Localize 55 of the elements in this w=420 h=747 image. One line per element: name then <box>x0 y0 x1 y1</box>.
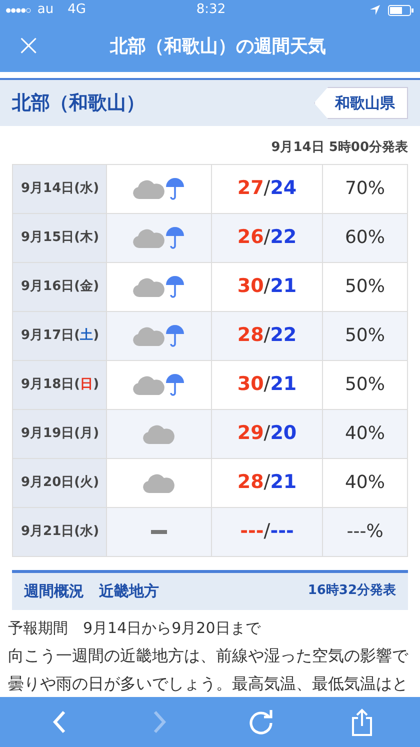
precipitation-cell: 70% <box>323 164 407 212</box>
date-cell: 9月18日(日) <box>13 360 106 408</box>
date-cell: 9月20日(火) <box>13 458 106 506</box>
forecast-period: 予報期間 9月14日から9月20日まで <box>8 618 262 638</box>
date-cell: 9月15日(木) <box>13 214 106 262</box>
cloud-icon <box>133 374 165 394</box>
cloud-icon <box>133 178 165 198</box>
precipitation-cell: 60% <box>323 214 407 262</box>
temperature-cell: 28/21 <box>212 458 322 506</box>
cloud-icon <box>133 326 165 346</box>
temperature-cell: 28/22 <box>212 312 322 360</box>
share-icon <box>350 708 372 736</box>
precipitation-cell: 50% <box>323 360 407 408</box>
umbrella-icon <box>165 274 185 298</box>
dash-icon <box>151 530 167 534</box>
temperature-cell: 26/22 <box>212 214 322 262</box>
precipitation-cell: 40% <box>323 410 407 458</box>
issued-time: 9月14日 5時00分発表 <box>271 139 408 157</box>
umbrella-icon <box>165 226 185 250</box>
umbrella-icon <box>165 176 185 200</box>
region-title: 北部（和歌山） <box>12 90 145 116</box>
reload-icon <box>246 708 274 736</box>
temperature-cell: 30/21 <box>212 262 322 310</box>
cloud-icon <box>143 472 175 492</box>
date-cell: 9月21日(水) <box>13 508 106 556</box>
signal-icon <box>6 6 32 14</box>
precipitation-cell: ---% <box>323 508 407 556</box>
page-title: 北部（和歌山）の週間天気 <box>110 34 326 58</box>
forward-icon <box>152 710 166 734</box>
date-cell: 9月19日(月) <box>13 410 106 458</box>
back-icon <box>52 710 66 734</box>
cloud-icon <box>133 228 165 248</box>
battery-icon <box>388 4 414 16</box>
outlook-issued-time: 16時32分発表 <box>308 582 396 600</box>
precipitation-cell: 50% <box>323 312 407 360</box>
umbrella-icon <box>165 324 185 348</box>
prefecture-link[interactable]: 和歌山県 <box>314 87 408 119</box>
date-cell: 9月16日(金) <box>13 262 106 310</box>
date-cell: 9月14日(水) <box>13 164 106 212</box>
cloud-icon <box>143 424 175 444</box>
location-arrow-icon <box>370 5 380 15</box>
cloud-icon <box>133 276 165 296</box>
outlook-text: 向こう一週間の近畿地方は、前線や湿った空気の影響で曇りや雨の日が多いでしょう。最高気温、最低気温はと <box>8 644 410 694</box>
temperature-cell: 27/24 <box>212 164 322 212</box>
date-cell: 9月17日(土) <box>13 312 106 360</box>
precipitation-cell: 40% <box>323 458 407 506</box>
umbrella-icon <box>165 372 185 396</box>
carrier-name: au <box>37 1 54 20</box>
precipitation-cell: 50% <box>323 262 407 310</box>
temperature-cell: 30/21 <box>212 360 322 408</box>
temperature-cell: 29/20 <box>212 410 322 458</box>
temperature-cell: ---/--- <box>212 508 322 556</box>
outlook-title: 週間概況 近畿地方 <box>24 580 159 602</box>
clock-time: 8:32 <box>196 1 226 20</box>
network-type: 4G <box>68 1 86 20</box>
